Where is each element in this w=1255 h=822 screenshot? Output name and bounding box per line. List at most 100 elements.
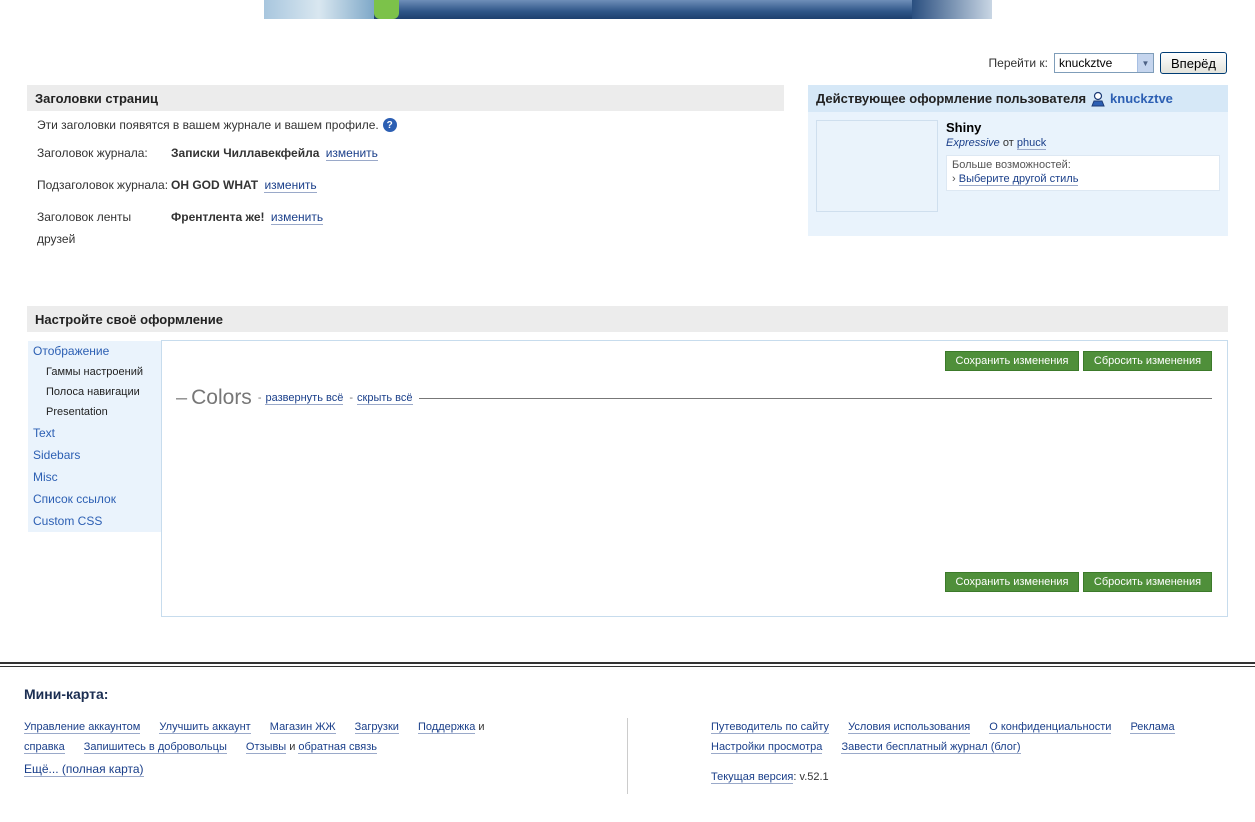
title-row-label: Заголовок ленты друзей [37,210,132,246]
footer-links-left: Управление аккаунтом Улучшить аккаунт Ма… [24,717,524,779]
footer-link-downloads[interactable]: Загрузки [354,721,399,734]
title-row-label: Подзаголовок журнала: [37,178,169,192]
nav-item-links-list[interactable]: Список ссылок [33,492,116,506]
collapse-dash-icon[interactable]: – [176,387,187,410]
user-icon[interactable] [1090,91,1106,107]
footer-more-row: Ещё... (полная карта) [24,759,524,779]
customize-section-heading: Настройте своё оформление [27,306,1228,332]
footer-link-feedback[interactable]: обратная связь [298,741,377,754]
footer-links-row: Настройки просмотра Завести бесплатный ж… [711,737,1231,757]
journal-switcher: Перейти к: knuckztve ▼ Вперёд [989,52,1227,74]
current-style-panel: Действующее оформление пользователя knuc… [808,85,1228,236]
more-options-row: › Выберите другой стиль [952,173,1214,186]
titles-section: Эти заголовки появятся в вашем журнале и… [37,118,637,260]
footer-link-ads[interactable]: Реклама [1130,721,1175,734]
theme-name: Shiny [946,120,982,135]
current-style-heading-text: Действующее оформление пользователя [816,91,1087,106]
more-options-box: Больше возможностей: › Выберите другой с… [946,155,1220,191]
save-changes-button-top[interactable]: Сохранить изменения [945,351,1079,371]
titles-section-heading: Заголовки страниц [27,85,784,111]
top-banner-ad[interactable] [264,0,992,19]
theme-layout-line: Expressive от phuck [946,137,1047,150]
group-divider-line [418,397,1212,399]
footer-more-link[interactable]: Ещё... (полная карта) [24,762,144,777]
reset-changes-button-bottom[interactable]: Сбросить изменения [1083,572,1212,592]
journal-select[interactable]: knuckztve ▼ [1054,53,1154,73]
nav-subitem-moods[interactable]: Гаммы настроений [46,366,143,378]
footer-link-guide[interactable]: Путеводитель по сайту [711,721,830,734]
save-changes-button-bottom[interactable]: Сохранить изменения [945,572,1079,592]
nav-item-text[interactable]: Text [33,426,55,440]
current-style-heading: Действующее оформление пользователя knuc… [808,85,1228,112]
author-link[interactable]: phuck [1016,137,1047,150]
title-row-subtitle: Подзаголовок журнала: OH GOD WHAT измени… [37,174,637,196]
title-row-label: Заголовок журнала: [37,146,148,160]
theme-preview-thumbnail[interactable] [816,120,938,212]
footer-link-view-settings[interactable]: Настройки просмотра [711,741,823,754]
minimap-heading: Мини-карта: [24,686,109,702]
colors-group-title[interactable]: Colors [191,386,252,410]
theme-info: Shiny Expressive от phuck [946,120,1047,150]
footer-links-row: Путеводитель по сайту Условия использова… [711,717,1231,737]
reset-changes-button-top[interactable]: Сбросить изменения [1083,351,1212,371]
footer-link-privacy[interactable]: О конфиденциальности [989,721,1112,734]
footer-link-create-journal[interactable]: Завести бесплатный журнал (блог) [841,741,1021,754]
banner-image-edge [912,0,992,19]
footer-version-row: Текущая версия: v.52.1 [711,767,1231,787]
footer-link-shop[interactable]: Магазин ЖЖ [269,721,336,734]
separator-dash: - [257,392,262,404]
footer-link-volunteer[interactable]: Запишитесь в добровольцы [83,741,227,754]
nav-subitem-navbar[interactable]: Полоса навигации [46,386,140,398]
friends-title-value: Френтлента же! [171,210,265,224]
footer-link-account[interactable]: Управление аккаунтом [24,721,141,734]
expand-all-link[interactable]: развернуть всё [265,392,344,405]
layout-name: Expressive [946,137,1000,149]
footer-links-right: Путеводитель по сайту Условия использова… [711,717,1231,787]
nav-item-display[interactable]: Отображение [33,344,109,358]
and-text: и [478,721,485,733]
nav-item-misc[interactable]: Misc [33,470,58,484]
help-icon[interactable]: ? [382,118,397,132]
choose-style-link[interactable]: Выберите другой стиль [958,173,1079,186]
collapse-all-link[interactable]: скрыть всё [357,392,413,405]
footer-link-support[interactable]: Поддержка [418,721,476,734]
more-options-label: Больше возможностей: [952,159,1071,171]
footer-divider [0,662,1255,664]
journal-subtitle-value: OH GOD WHAT [171,178,259,192]
separator-dash: - [349,392,354,404]
titles-intro: Эти заголовки появятся в вашем журнале и… [37,118,637,132]
goto-button[interactable]: Вперёд [1160,52,1227,74]
title-row-value: OH GOD WHAT изменить [171,174,317,196]
footer-link-terms[interactable]: Условия использования [848,721,971,734]
edit-journal-title-link[interactable]: изменить [325,146,378,161]
edit-friends-title-link[interactable]: изменить [270,210,324,225]
title-row-friends: Заголовок ленты друзей Френтлента же! из… [37,206,637,250]
footer-link-help[interactable]: справка [24,741,65,754]
footer-links-row: Управление аккаунтом Улучшить аккаунт Ма… [24,717,524,737]
footer-links-row: справка Запишитесь в добровольцы Отзывы и… [24,737,524,757]
edit-journal-subtitle-link[interactable]: изменить [264,178,317,193]
customize-sidebar: Отображение Гаммы настроений Полоса нави… [28,341,161,532]
arrow-right-icon: › [952,173,956,185]
footer-version-value: : v.52.1 [793,771,829,783]
username-link[interactable]: knuckztve [1110,91,1173,106]
banner-image [264,0,374,19]
footer-divider-thin [0,666,1255,667]
chevron-down-icon[interactable]: ▼ [1137,54,1153,72]
by-text: от [1002,137,1014,149]
title-row-value: Френтлента же! изменить [171,206,324,250]
journal-select-value: knuckztve [1059,56,1113,70]
footer-link-upgrade[interactable]: Улучшить аккаунт [159,721,251,734]
nav-item-custom-css[interactable]: Custom CSS [33,514,102,528]
footer-link-reviews[interactable]: Отзывы [245,741,287,754]
banner-image-accent [374,0,399,19]
nav-subitem-presentation[interactable]: Presentation [46,406,108,418]
colors-group-header: – Colors - развернуть всё - скрыть всё [176,386,1212,410]
title-row-value: Записки Чиллавекфейла изменить [171,142,378,164]
customize-panel: Сохранить изменения Сбросить изменения –… [161,340,1228,617]
and-text: и [289,741,296,753]
titles-intro-text: Эти заголовки появятся в вашем журнале и… [37,118,379,132]
nav-item-sidebars[interactable]: Sidebars [33,448,80,462]
title-row-journal: Заголовок журнала: Записки Чиллавекфейла… [37,142,637,164]
footer-version-link[interactable]: Текущая версия [711,771,794,784]
